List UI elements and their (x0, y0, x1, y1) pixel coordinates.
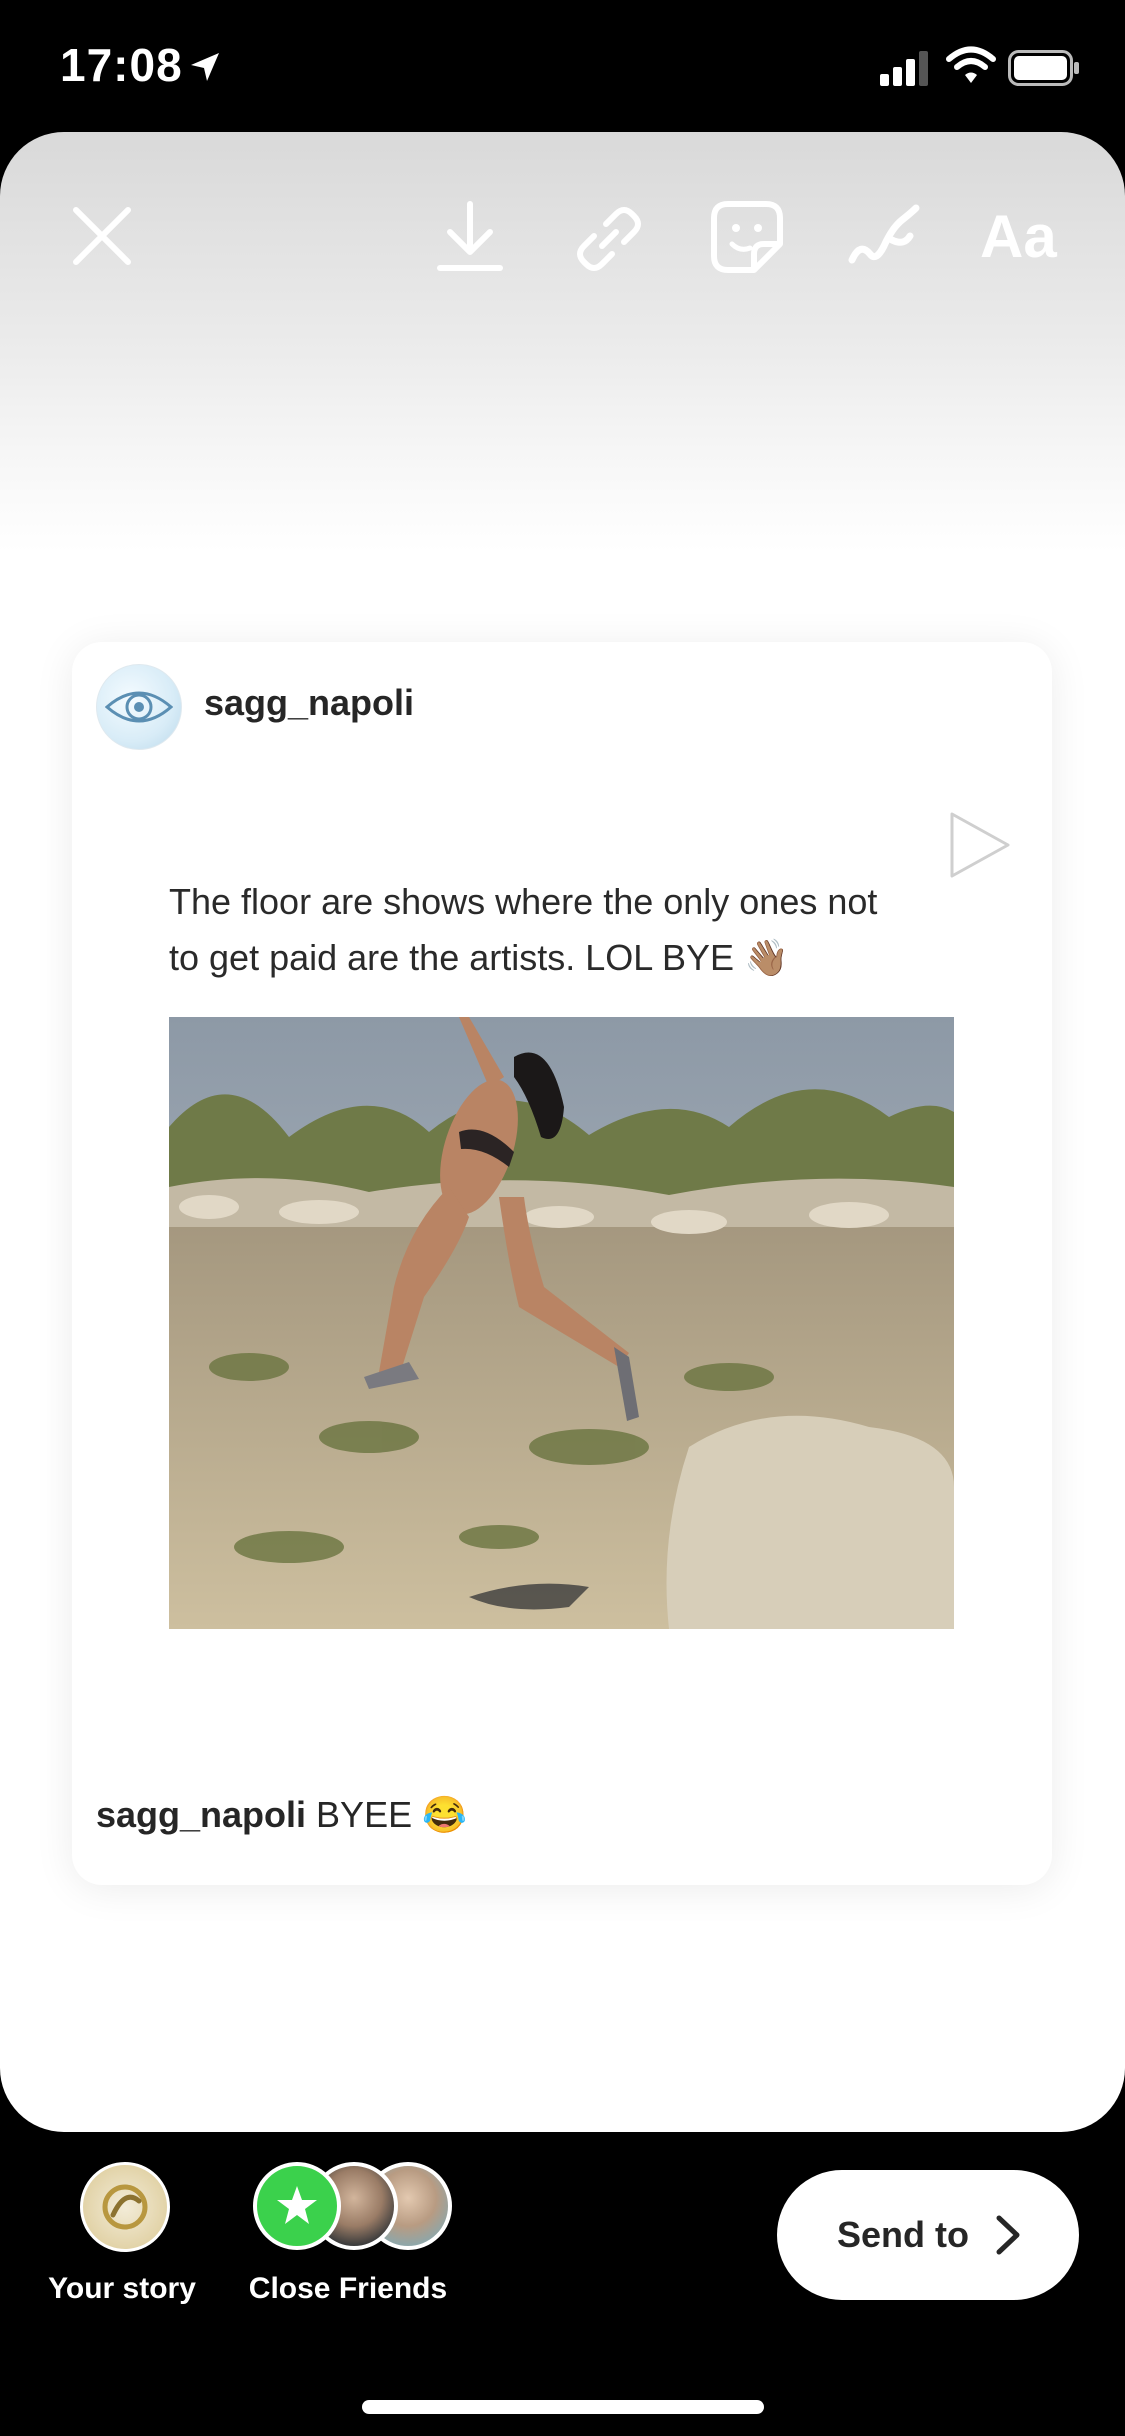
caption-text: BYEE (306, 1794, 423, 1835)
your-story-logo-icon (102, 2184, 148, 2230)
laughing-emoji-icon: 😂 (422, 1794, 467, 1835)
battery-icon (1008, 50, 1080, 86)
home-indicator[interactable] (362, 2400, 764, 2414)
download-icon[interactable] (436, 200, 504, 274)
post-text-line2-words: to get paid are the artists. LOL BYE (169, 937, 734, 978)
status-bar: 17:08 (0, 0, 1125, 130)
post-text: The floor are shows where the only ones … (169, 874, 969, 986)
your-story-avatar[interactable] (80, 2162, 170, 2252)
link-icon[interactable] (572, 202, 646, 276)
send-to-button[interactable]: Send to (777, 2170, 1079, 2300)
caption-username: sagg_napoli (96, 1794, 307, 1835)
sticker-icon[interactable] (710, 200, 784, 274)
wifi-icon (946, 46, 996, 86)
text-tool-button[interactable]: Aa (980, 202, 1057, 272)
draw-icon[interactable] (846, 202, 922, 274)
location-arrow-icon (188, 50, 222, 84)
signal-icon (880, 50, 932, 86)
chevron-right-icon (995, 2214, 1021, 2261)
post-text-line2: to get paid are the artists. LOL BYE 👋🏽 (169, 930, 969, 986)
close-friends-label[interactable]: Close Friends (236, 2272, 460, 2306)
post-caption: sagg_napoli BYEE 😂 (96, 1794, 467, 1836)
send-to-label: Send to (837, 2214, 969, 2255)
shared-post-card[interactable]: sagg_napoli The floor are shows where th… (72, 642, 1052, 1885)
post-image (169, 1017, 954, 1629)
close-friends-star-avatar[interactable] (253, 2162, 341, 2250)
waving-hand-icon: 👋🏽 (744, 937, 789, 978)
your-story-label[interactable]: Your story (30, 2272, 214, 2306)
post-text-line1: The floor are shows where the only ones … (169, 881, 878, 922)
star-icon (277, 2186, 317, 2224)
eye-logo-icon (105, 691, 173, 723)
post-avatar (96, 664, 182, 750)
story-canvas: Aa sagg_napoli The floor are shows where… (0, 132, 1125, 2132)
post-username: sagg_napoli (204, 682, 415, 723)
status-time: 17:08 (60, 39, 183, 91)
close-icon[interactable] (70, 204, 134, 268)
